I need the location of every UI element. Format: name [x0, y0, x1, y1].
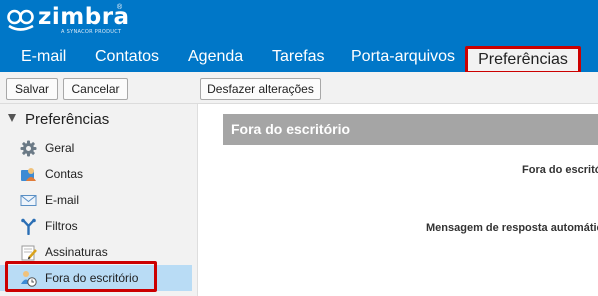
- sidebar-title: Preferências: [25, 111, 110, 128]
- tab-preferences[interactable]: Preferências: [465, 46, 581, 74]
- undo-changes-button[interactable]: Desfazer alterações: [200, 78, 321, 100]
- selection-highlight-frame: [5, 261, 157, 292]
- content-viewport: Fora do escritório Fora do escritório: M…: [199, 104, 598, 296]
- section-title: Fora do escritório: [223, 114, 598, 145]
- sidebar-item-label: Geral: [45, 141, 75, 155]
- tab-tasks[interactable]: Tarefas: [272, 48, 324, 66]
- tab-contacts[interactable]: Contatos: [95, 48, 159, 66]
- logo-tagline: A SYNACOR PRODUCT: [61, 29, 122, 35]
- auto-reply-message-label: Mensagem de resposta automática:: [426, 222, 598, 234]
- sidebar-header[interactable]: Preferências: [8, 111, 109, 128]
- sidebar-item-accounts[interactable]: Contas: [0, 161, 192, 187]
- zimbra-logo[interactable]: [6, 6, 38, 40]
- accounts-icon: [20, 166, 37, 183]
- out-of-office-field-label: Fora do escritório:: [522, 164, 598, 176]
- sidebar-item-general[interactable]: Geral: [0, 135, 192, 161]
- sidebar-item-label: Filtros: [45, 219, 78, 233]
- envelope-icon: [20, 192, 37, 209]
- save-button[interactable]: Salvar: [6, 78, 58, 100]
- main-tabs: E-mail Contatos Agenda Tarefas Porta-arq…: [0, 46, 598, 74]
- gear-icon: [20, 140, 37, 157]
- tab-email[interactable]: E-mail: [21, 48, 66, 66]
- logo-registered-mark: ®: [117, 4, 123, 11]
- logo-wordmark: zimbra: [38, 4, 130, 30]
- tab-calendar[interactable]: Agenda: [188, 48, 243, 66]
- main-content: Fora do escritório Fora do escritório: M…: [199, 104, 598, 296]
- filter-icon: [20, 218, 37, 236]
- cancel-button[interactable]: Cancelar: [63, 78, 128, 100]
- collapse-caret-icon[interactable]: [8, 114, 16, 122]
- zimbra-logo-icon: [7, 9, 34, 31]
- tab-briefcase[interactable]: Porta-arquivos: [351, 48, 455, 66]
- app-header: zimbra ® A SYNACOR PRODUCT E-mail Contat…: [0, 0, 598, 74]
- signature-icon: [20, 244, 37, 261]
- sidebar-item-email[interactable]: E-mail: [0, 187, 192, 213]
- sidebar-item-filters[interactable]: Filtros: [0, 213, 192, 239]
- toolbar: Salvar Cancelar Desfazer alterações: [0, 72, 598, 104]
- sidebar-item-label: Assinaturas: [45, 245, 108, 259]
- sidebar-item-label: Contas: [45, 167, 84, 181]
- preferences-sidebar: Preferências Geral Contas E-mail Filtros…: [0, 104, 198, 296]
- sidebar-item-label: E-mail: [45, 193, 80, 207]
